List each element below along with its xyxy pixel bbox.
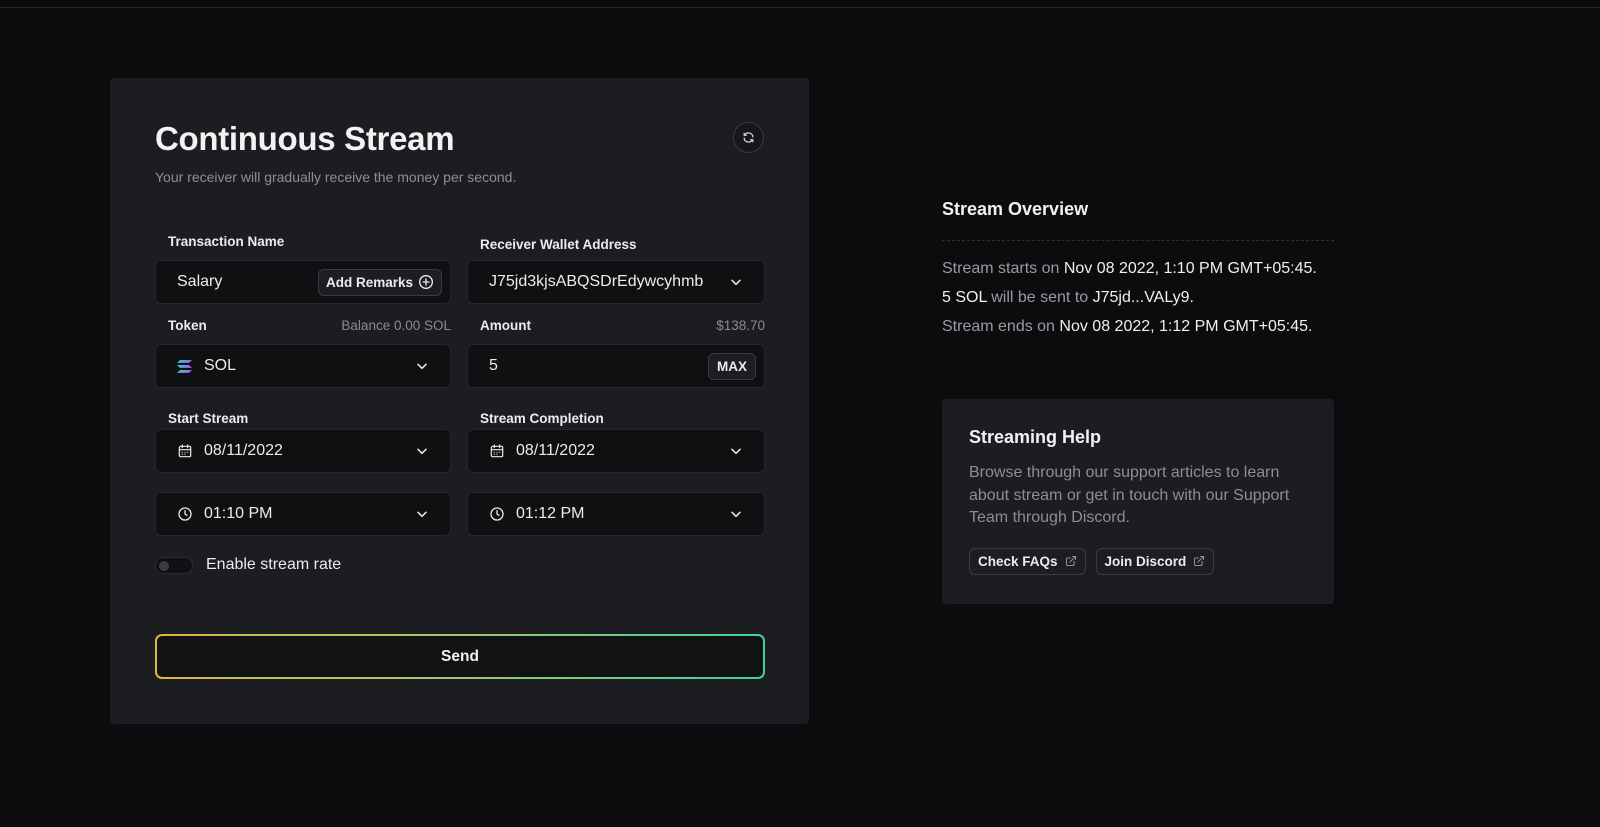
end-time-value: 01:12 PM: [516, 505, 585, 522]
start-time-value: 01:10 PM: [204, 505, 273, 522]
join-discord-button[interactable]: Join Discord: [1095, 547, 1215, 575]
send-label: Send: [157, 636, 763, 677]
transaction-name-label: Transaction Name: [168, 234, 285, 249]
refresh-icon: [743, 132, 754, 143]
solana-icon: [177, 358, 193, 374]
check-faqs-label: Check FAQs: [978, 553, 1058, 569]
overview-start-prefix: Stream starts on: [942, 260, 1060, 277]
calendar-icon: [177, 443, 193, 459]
receiver-wallet-select[interactable]: J75jd3kjsABQSDrEdywcyhmb: [467, 260, 765, 304]
amount-value: 5: [489, 357, 498, 374]
overview-amount-line: 5 SOL will be sent to J75jd...VALy9.: [942, 289, 1334, 307]
overview-start-value: Nov 08 2022, 1:10 PM GMT+05:45.: [1063, 260, 1317, 277]
amount-label: Amount: [480, 318, 531, 333]
add-remarks-button[interactable]: Add Remarks: [317, 268, 442, 296]
receiver-label: Receiver Wallet Address: [480, 237, 637, 252]
token-label: Token: [168, 318, 207, 333]
clock-icon: [177, 506, 193, 522]
stream-completion-label: Stream Completion: [480, 411, 604, 426]
token-select[interactable]: SOL: [155, 344, 451, 388]
overview-divider: [942, 240, 1334, 241]
max-label: MAX: [717, 358, 747, 374]
page-title: Continuous Stream: [155, 120, 455, 157]
overview-recipient: J75jd...VALy9.: [1092, 289, 1194, 306]
stream-form-card: Continuous Stream Your receiver will gra…: [110, 78, 809, 724]
overview-sent-to: will be sent to: [991, 289, 1089, 306]
top-divider: [0, 7, 1600, 8]
end-date-picker[interactable]: 08/11/2022: [467, 429, 765, 473]
overview-end-line: Stream ends on Nov 08 2022, 1:12 PM GMT+…: [942, 318, 1334, 336]
stream-rate-toggle[interactable]: [155, 557, 193, 574]
send-button[interactable]: Send: [155, 634, 765, 679]
help-title: Streaming Help: [969, 427, 1102, 447]
transaction-name-value: Salary: [177, 273, 223, 290]
max-button[interactable]: MAX: [708, 352, 756, 380]
help-text: Browse through our support articles to l…: [969, 464, 1290, 526]
chevron-down-icon: [729, 444, 743, 458]
overview-amount: 5 SOL: [942, 289, 987, 306]
join-discord-label: Join Discord: [1104, 553, 1187, 569]
chevron-down-icon: [729, 507, 743, 521]
chevron-down-icon: [415, 507, 429, 521]
external-link-icon: [1065, 555, 1076, 567]
amount-input[interactable]: 5 MAX: [467, 344, 765, 388]
start-date-value: 08/11/2022: [204, 442, 283, 459]
start-time-picker[interactable]: 01:10 PM: [155, 492, 451, 536]
add-remarks-label: Add Remarks: [325, 274, 413, 290]
amount-usd: $138.70: [716, 318, 765, 333]
transaction-name-input[interactable]: Salary Add Remarks: [155, 260, 451, 304]
end-date-value: 08/11/2022: [516, 442, 595, 459]
overview-end-value: Nov 08 2022, 1:12 PM GMT+05:45.: [1059, 318, 1313, 335]
page-subtitle: Your receiver will gradually receive the…: [155, 169, 517, 185]
token-value: SOL: [204, 357, 237, 374]
streaming-help-card: Streaming Help Browse through our suppor…: [942, 399, 1334, 604]
chevron-down-icon: [415, 359, 429, 373]
toggle-knob: [159, 561, 169, 571]
chevron-down-icon: [729, 275, 743, 289]
external-link-icon: [1194, 555, 1205, 567]
clock-icon: [489, 506, 505, 522]
refresh-button[interactable]: [733, 122, 764, 153]
start-date-picker[interactable]: 08/11/2022: [155, 429, 451, 473]
calendar-icon: [489, 443, 505, 459]
balance-text: Balance 0.00 SOL: [341, 318, 451, 333]
start-stream-label: Start Stream: [168, 411, 249, 426]
chevron-down-icon: [415, 444, 429, 458]
receiver-wallet-value: J75jd3kjsABQSDrEdywcyhmb: [489, 273, 704, 290]
check-faqs-button[interactable]: Check FAQs: [969, 547, 1086, 575]
stream-overview: Stream Overview Stream starts on Nov 08 …: [942, 199, 1334, 336]
stream-rate-label: Enable stream rate: [206, 556, 342, 573]
overview-title: Stream Overview: [942, 199, 1089, 219]
overview-start-line: Stream starts on Nov 08 2022, 1:10 PM GM…: [942, 260, 1334, 278]
overview-end-prefix: Stream ends on: [942, 318, 1055, 335]
end-time-picker[interactable]: 01:12 PM: [467, 492, 765, 536]
plus-circle-icon: [419, 275, 433, 289]
